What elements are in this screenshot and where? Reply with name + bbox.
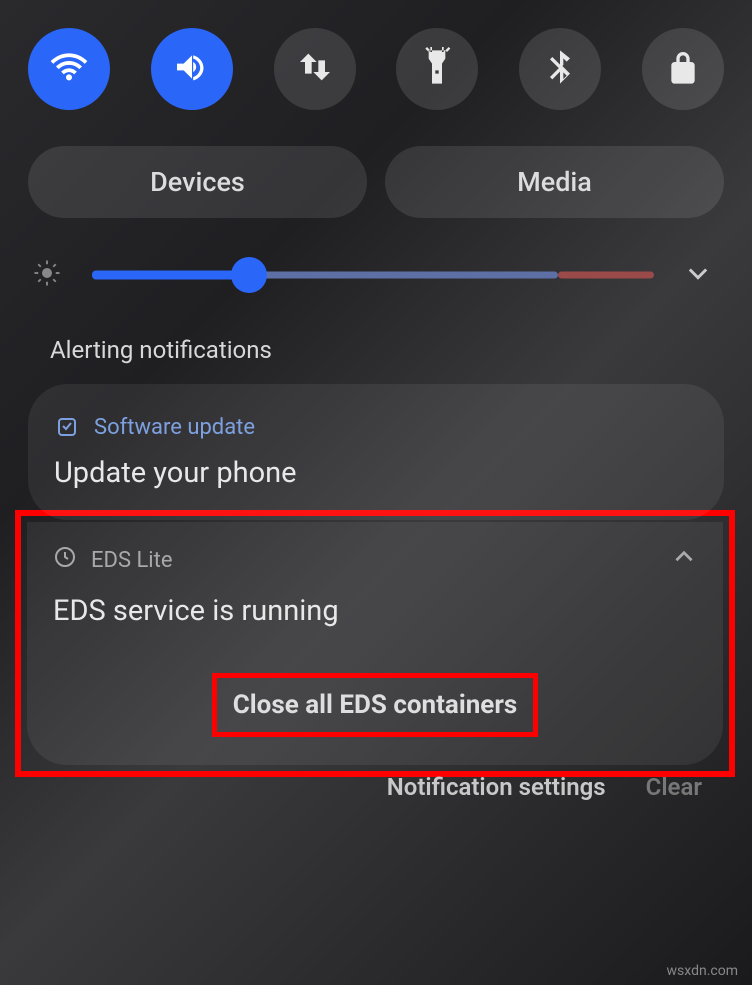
download-icon xyxy=(54,414,80,440)
bluetooth-toggle[interactable] xyxy=(519,28,601,110)
expand-toggles-button[interactable] xyxy=(684,259,720,291)
slider-thumb[interactable] xyxy=(231,257,267,293)
close-containers-button[interactable]: Close all EDS containers xyxy=(212,673,538,737)
volume-icon xyxy=(172,47,212,91)
watermark: wsxdn.com xyxy=(667,963,738,979)
brightness-row xyxy=(28,258,724,336)
highlighted-notification: EDS Lite EDS service is running Close al… xyxy=(15,510,735,777)
notification-title: Update your phone xyxy=(54,456,698,490)
notification-card-eds[interactable]: EDS Lite EDS service is running Close al… xyxy=(27,522,723,765)
footer-actions: Notification settings Clear xyxy=(0,773,752,801)
flashlight-toggle[interactable] xyxy=(396,28,478,110)
lock-icon xyxy=(663,47,703,91)
clear-button[interactable]: Clear xyxy=(646,773,702,801)
collapse-button[interactable] xyxy=(671,544,697,576)
wifi-toggle[interactable] xyxy=(28,28,110,110)
devices-chip[interactable]: Devices xyxy=(28,146,367,218)
bluetooth-icon xyxy=(540,47,580,91)
clock-icon xyxy=(53,545,77,575)
data-swap-icon xyxy=(295,47,335,91)
notification-app-name: EDS Lite xyxy=(91,548,173,573)
notification-title: EDS service is running xyxy=(53,594,697,628)
notification-panel: Devices Media Alerting notifications Sof… xyxy=(0,0,752,520)
sun-icon xyxy=(32,258,62,292)
data-toggle[interactable] xyxy=(274,28,356,110)
sound-toggle[interactable] xyxy=(151,28,233,110)
notification-app-name: Software update xyxy=(94,415,255,440)
notification-card-software-update[interactable]: Software update Update your phone xyxy=(28,384,724,520)
rotation-lock-toggle[interactable] xyxy=(642,28,724,110)
flashlight-icon xyxy=(417,47,457,91)
section-title: Alerting notifications xyxy=(50,336,724,364)
notification-settings-link[interactable]: Notification settings xyxy=(387,773,606,801)
quick-toggles-row xyxy=(28,28,724,110)
wifi-icon xyxy=(49,47,89,91)
media-chip[interactable]: Media xyxy=(385,146,724,218)
brightness-slider[interactable] xyxy=(92,263,654,287)
